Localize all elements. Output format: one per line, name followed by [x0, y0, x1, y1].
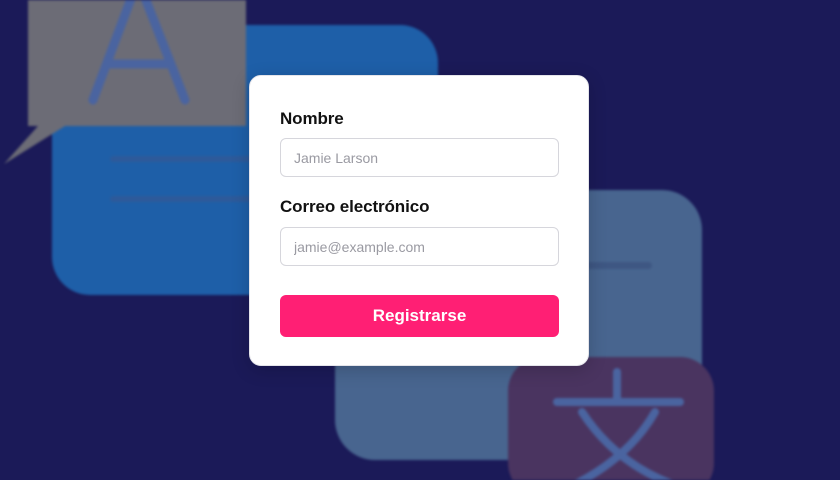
email-label: Correo electrónico	[280, 197, 430, 216]
email-input[interactable]	[280, 227, 559, 266]
register-button[interactable]: Registrarse	[280, 295, 559, 337]
name-input[interactable]	[280, 138, 559, 177]
purple-speech-bubble	[508, 357, 714, 480]
signup-form-card: Nombre Correo electrónico Registrarse	[249, 75, 589, 366]
name-label: Nombre	[280, 109, 344, 128]
